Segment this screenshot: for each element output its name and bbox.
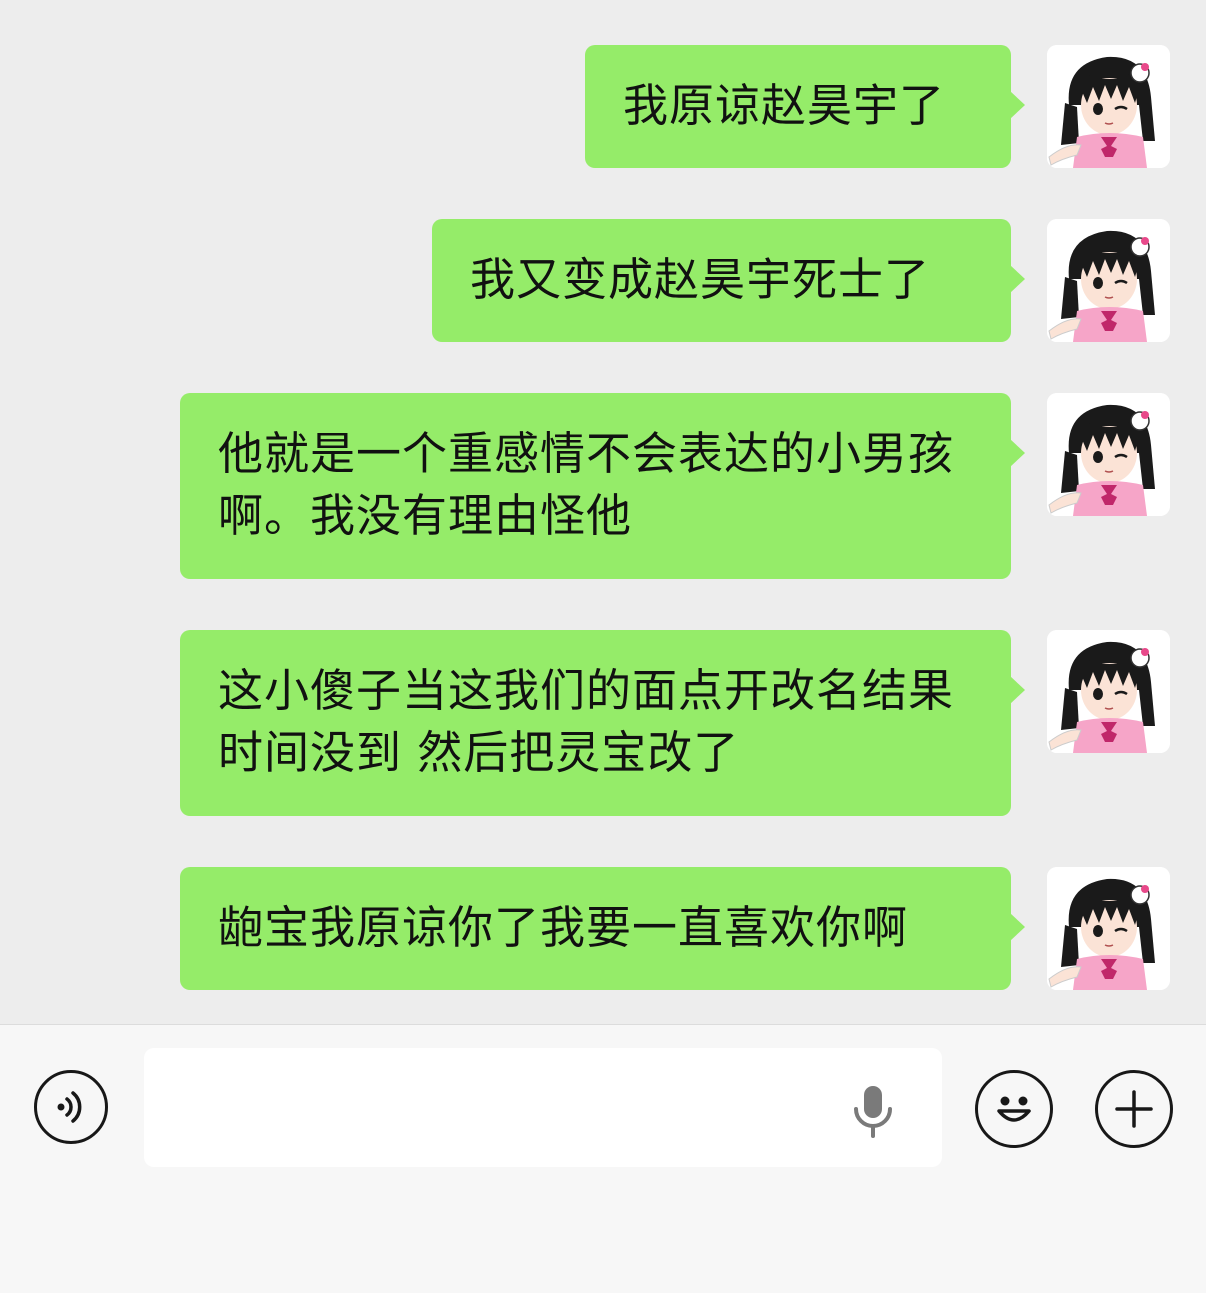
chat-area: 我原谅赵昊宇了 我又变成赵昊宇死士了 他就是一个重感情不会表达的小男孩啊。我没有… <box>0 0 1206 1024</box>
avatar-anime-girl-icon <box>1047 867 1170 990</box>
message-bubble[interactable]: 这小傻子当这我们的面点开改名结果时间没到 然后把灵宝改了 <box>180 630 1025 816</box>
message-text: 这小傻子当这我们的面点开改名结果时间没到 然后把灵宝改了 <box>218 664 955 779</box>
voice-toggle-icon <box>57 1091 82 1123</box>
avatar[interactable] <box>1047 393 1170 516</box>
avatar-anime-girl-icon <box>1047 219 1170 342</box>
avatar[interactable] <box>1047 630 1170 753</box>
avatar[interactable] <box>1047 219 1170 342</box>
message-bubble[interactable]: 他就是一个重感情不会表达的小男孩啊。我没有理由怪他 <box>180 393 1025 579</box>
emoji-button[interactable] <box>975 1070 1053 1148</box>
message-text: 龅宝我原谅你了我要一直喜欢你啊 <box>218 901 909 954</box>
message-row: 我又变成赵昊宇死士了 <box>432 219 1170 342</box>
plus-icon <box>1115 1090 1153 1128</box>
message-text: 我又变成赵昊宇死士了 <box>470 253 931 306</box>
emoji-icon <box>997 1096 1031 1122</box>
message-row: 龅宝我原谅你了我要一直喜欢你啊 <box>180 867 1170 990</box>
message-bubble[interactable]: 我原谅赵昊宇了 <box>585 45 1025 168</box>
avatar-anime-girl-icon <box>1047 393 1170 516</box>
voice-toggle-button[interactable] <box>34 1070 108 1144</box>
avatar-anime-girl-icon <box>1047 630 1170 753</box>
microphone-icon[interactable] <box>848 1083 898 1139</box>
avatar-anime-girl-icon <box>1047 45 1170 168</box>
avatar[interactable] <box>1047 867 1170 990</box>
message-text: 他就是一个重感情不会表达的小男孩啊。我没有理由怪他 <box>218 427 955 542</box>
message-row: 我原谅赵昊宇了 <box>585 45 1170 168</box>
avatar[interactable] <box>1047 45 1170 168</box>
message-row: 他就是一个重感情不会表达的小男孩啊。我没有理由怪他 <box>180 393 1170 579</box>
message-input[interactable] <box>164 1048 848 1169</box>
message-bubble[interactable]: 龅宝我原谅你了我要一直喜欢你啊 <box>180 867 1025 990</box>
message-text: 我原谅赵昊宇了 <box>623 79 946 132</box>
message-input-box[interactable] <box>144 1048 942 1169</box>
message-row: 这小傻子当这我们的面点开改名结果时间没到 然后把灵宝改了 <box>180 630 1170 816</box>
more-button[interactable] <box>1095 1070 1173 1148</box>
message-bubble[interactable]: 我又变成赵昊宇死士了 <box>432 219 1025 342</box>
input-bar <box>0 1024 1206 1293</box>
